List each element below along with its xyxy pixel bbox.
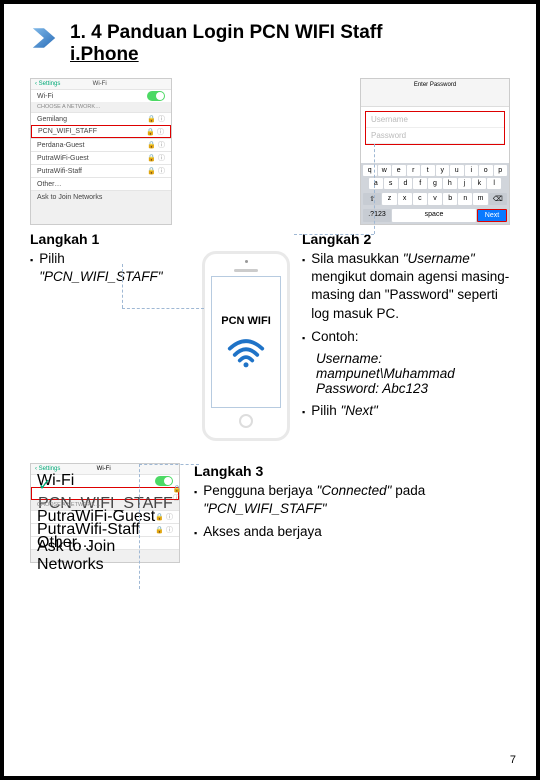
step1-list: Pilih "PCN_WIFI_STAFF" bbox=[30, 250, 190, 286]
wifi-toggle-icon bbox=[155, 476, 173, 486]
wifi-icon bbox=[226, 337, 266, 369]
example-username-value: mampunet\Muhammad bbox=[316, 366, 510, 381]
connector-3b bbox=[139, 464, 199, 465]
step3-list: Pengguna berjaya "Connected" pada "PCN_W… bbox=[194, 482, 510, 542]
step2-list: Sila masukkan "Username" mengikut domain… bbox=[302, 250, 510, 346]
next-key: Next bbox=[477, 209, 507, 222]
keyboard-row1: qwertyuiop bbox=[361, 163, 509, 178]
bottom-section: ‹ SettingsWi-Fi Wi-Fi ✓ PCN_WIFI_STAFF🔒 … bbox=[30, 463, 510, 563]
connector-1b bbox=[122, 308, 204, 309]
screenshot-row-top: ‹ SettingsWi-Fi Wi-Fi CHOOSE A NETWORK… … bbox=[30, 78, 510, 225]
connector-1 bbox=[122, 264, 123, 308]
phone-mockup: PCN WIFI bbox=[202, 251, 290, 441]
phone-label: PCN WIFI bbox=[221, 315, 271, 327]
connector-2 bbox=[294, 234, 374, 235]
example-password: Password: Abc123 bbox=[316, 381, 510, 396]
middle-section: Langkah 1 Pilih "PCN_WIFI_STAFF" PCN WIF… bbox=[30, 231, 510, 441]
screenshot-step1: ‹ SettingsWi-Fi Wi-Fi CHOOSE A NETWORK… … bbox=[30, 78, 172, 225]
header: 1. 4 Panduan Login PCN WIFI Staff i.Phon… bbox=[30, 22, 510, 66]
screenshot-step3: ‹ SettingsWi-Fi Wi-Fi ✓ PCN_WIFI_STAFF🔒 … bbox=[30, 463, 180, 563]
step3-title: Langkah 3 bbox=[194, 463, 510, 479]
chevron-right-icon bbox=[30, 24, 58, 52]
connector-3 bbox=[139, 464, 140, 589]
step1-title: Langkah 1 bbox=[30, 231, 190, 247]
page: 1. 4 Panduan Login PCN WIFI Staff i.Phon… bbox=[0, 0, 540, 780]
example-username-label: Username: bbox=[316, 351, 510, 366]
page-title: 1. 4 Panduan Login PCN WIFI Staff i.Phon… bbox=[70, 22, 382, 66]
screenshot-step2: Enter Password Username Password qwertyu… bbox=[360, 78, 510, 225]
connector-2b bbox=[374, 144, 375, 234]
wifi-toggle-icon bbox=[147, 91, 165, 101]
page-number: 7 bbox=[510, 754, 516, 766]
